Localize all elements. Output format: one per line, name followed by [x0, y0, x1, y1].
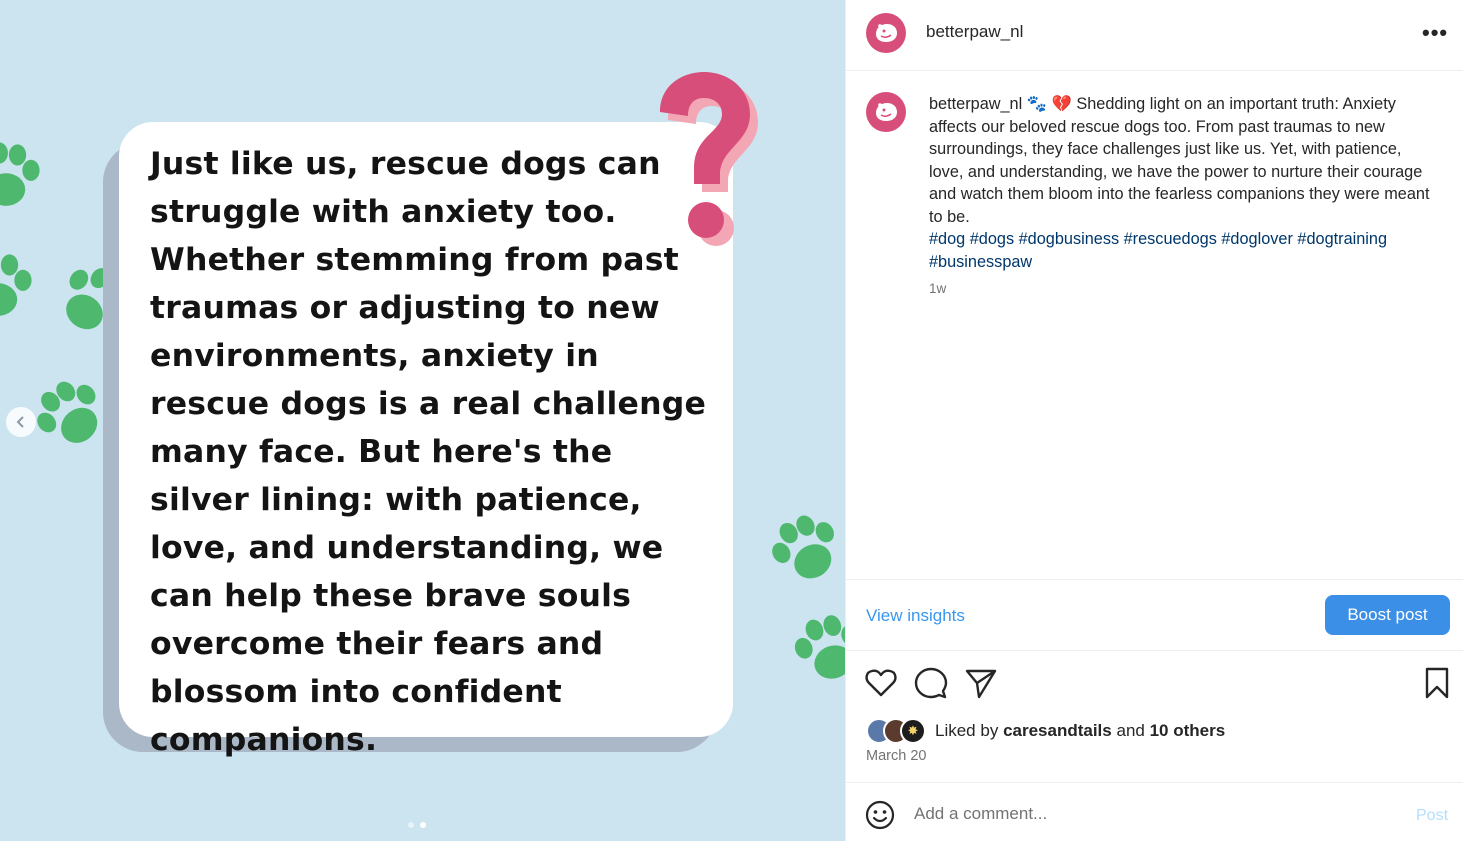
comment-icon[interactable]	[914, 666, 948, 700]
more-options-icon[interactable]: •••	[1422, 20, 1448, 46]
dog-logo-icon	[876, 103, 897, 121]
likes-text[interactable]: Liked by caresandtails and 10 others	[935, 721, 1225, 741]
paw-print-icon	[0, 142, 40, 206]
caption-emoji: 🐾 💔	[1026, 95, 1072, 113]
post-media: Just like us, rescue dogs can struggle w…	[0, 0, 845, 841]
comment-input[interactable]	[914, 801, 1374, 827]
post-time-ago[interactable]: 1w	[929, 281, 946, 296]
bookmark-icon[interactable]	[1420, 666, 1454, 700]
post-caption: betterpaw_nl 🐾 💔 Shedding light on an im…	[929, 93, 1439, 273]
header-username[interactable]: betterpaw_nl	[926, 22, 1023, 42]
post-date[interactable]: March 20	[866, 748, 926, 764]
post-sidebar: betterpaw_nl ••• betterpaw_nl 🐾 💔 Sheddi…	[845, 0, 1463, 841]
likes-others[interactable]: 10 others	[1150, 721, 1226, 740]
avatar[interactable]	[866, 13, 906, 53]
post-comment-button[interactable]: Post	[1416, 807, 1448, 825]
heart-icon[interactable]	[864, 666, 898, 700]
liker-avatar: ✸	[900, 718, 926, 744]
insights-bar: View insights Boost post	[846, 579, 1463, 651]
question-mark-icon	[660, 72, 758, 246]
post-header: betterpaw_nl •••	[846, 0, 1463, 71]
likes-prefix: Liked by	[935, 721, 999, 740]
caption-text: Shedding light on an important truth: An…	[929, 95, 1430, 226]
dog-logo-icon	[876, 24, 897, 42]
likes-summary: ✸ Liked by caresandtails and 10 others	[866, 718, 1225, 744]
paw-print-icon	[794, 615, 845, 679]
caption-hashtags[interactable]: #dog #dogs #dogbusiness #rescuedogs #dog…	[929, 230, 1387, 271]
comment-bar: Post	[846, 782, 1463, 841]
card-text: Just like us, rescue dogs can struggle w…	[150, 146, 707, 758]
carousel-indicator	[408, 822, 426, 828]
previous-slide-button[interactable]	[6, 407, 36, 437]
view-insights-link[interactable]: View insights	[866, 606, 965, 626]
share-icon[interactable]	[964, 666, 998, 700]
paw-print-icon	[772, 515, 834, 579]
liker-username[interactable]: caresandtails	[1003, 721, 1112, 740]
emoji-icon[interactable]	[865, 800, 895, 830]
caption-avatar[interactable]	[866, 92, 906, 132]
carousel-dot	[408, 822, 414, 828]
likes-joiner: and	[1116, 721, 1145, 740]
boost-post-button[interactable]: Boost post	[1325, 595, 1450, 635]
carousel-dot-active	[420, 822, 426, 828]
caption-username[interactable]: betterpaw_nl	[929, 95, 1022, 113]
chevron-left-icon	[16, 416, 24, 428]
post-actions	[846, 666, 1463, 706]
